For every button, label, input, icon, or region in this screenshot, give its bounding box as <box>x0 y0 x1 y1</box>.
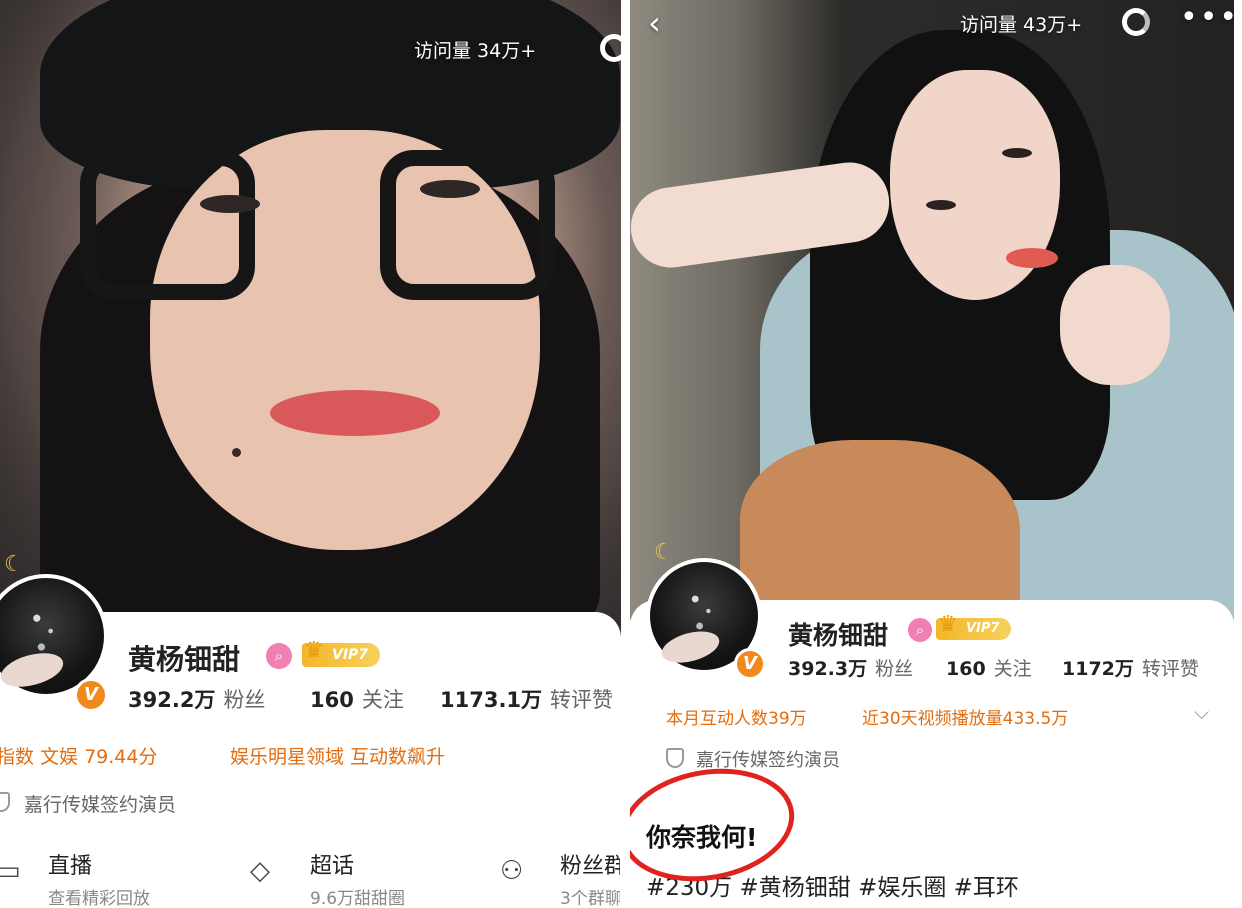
search-badge-icon[interactable]: ⌕ <box>266 643 292 669</box>
monthly-interactions[interactable]: 本月互动人数39万 <box>666 704 807 729</box>
video-views[interactable]: 近30天视频播放量433.5万 <box>862 704 1068 729</box>
chevron-down-icon[interactable]: ⌵ <box>1194 700 1209 724</box>
agency-text: 嘉行传媒签约演员 <box>24 794 177 816</box>
group-icon: ⚇ <box>500 856 524 886</box>
profile-cover-photo <box>630 0 1234 620</box>
fans-stat[interactable]: 392.2万 粉丝 <box>128 684 265 714</box>
moon-icon: ☾ <box>4 552 24 577</box>
tv-icon: ▭ <box>0 856 21 886</box>
crown-icon: ♛ <box>304 638 324 663</box>
user-name: 黄杨钿甜 <box>788 621 889 650</box>
influence-index[interactable]: 指数 文娱 79.44分 <box>0 742 157 769</box>
verified-icon: V <box>734 648 766 680</box>
crown-icon: ♛ <box>938 612 958 637</box>
menu-fan-group[interactable]: ⚇ 粉丝群 3个群聊 <box>500 848 620 908</box>
menu-super-topic[interactable]: ◇ 超话 9.6万甜甜圈 <box>250 848 450 908</box>
diamond-icon: ◇ <box>250 856 270 886</box>
profile-screenshot-right: ‹ 访问量 43万+ ••• 黄杨钿甜 ⌕ ♛ VIP7 392.3万 粉丝 160… <box>630 0 1234 908</box>
domain-highlight[interactable]: 娱乐明星领域 互动数飙升 <box>230 742 445 769</box>
visit-count: 访问量 34万+ <box>414 40 537 62</box>
fans-stat[interactable]: 392.3万 粉丝 <box>788 654 913 681</box>
profile-screenshot-left: 访问量 34万+ 黄杨钿甜 ⌕ ♛ VIP7 392.2万 粉丝 160 关注 117… <box>0 0 621 908</box>
shield-icon <box>0 792 10 812</box>
following-stat[interactable]: 160 关注 <box>946 654 1032 681</box>
engagement-stat[interactable]: 1172万 转评赞 <box>1062 654 1199 681</box>
visit-count: 访问量 43万+ <box>960 14 1083 36</box>
divider <box>621 0 630 908</box>
search-badge-icon[interactable]: ⌕ <box>908 618 932 642</box>
moon-icon: ☾ <box>654 540 674 565</box>
vip-badge[interactable]: ♛ VIP7 <box>302 639 381 667</box>
profile-cover-photo <box>0 0 621 640</box>
refresh-icon[interactable] <box>1122 8 1150 36</box>
verified-icon: V <box>74 678 108 712</box>
refresh-icon[interactable] <box>600 34 621 62</box>
vip-badge[interactable]: ♛ VIP7 <box>936 614 1012 640</box>
engagement-stat[interactable]: 1173.1万 转评赞 <box>440 684 613 714</box>
user-name: 黄杨钿甜 <box>128 643 241 676</box>
menu-live[interactable]: ▭ 直播 查看精彩回放 <box>0 848 196 908</box>
back-icon[interactable]: ‹ <box>648 4 661 42</box>
shield-icon <box>666 748 684 768</box>
following-stat[interactable]: 160 关注 <box>310 684 404 714</box>
more-icon[interactable]: ••• <box>1180 0 1234 35</box>
